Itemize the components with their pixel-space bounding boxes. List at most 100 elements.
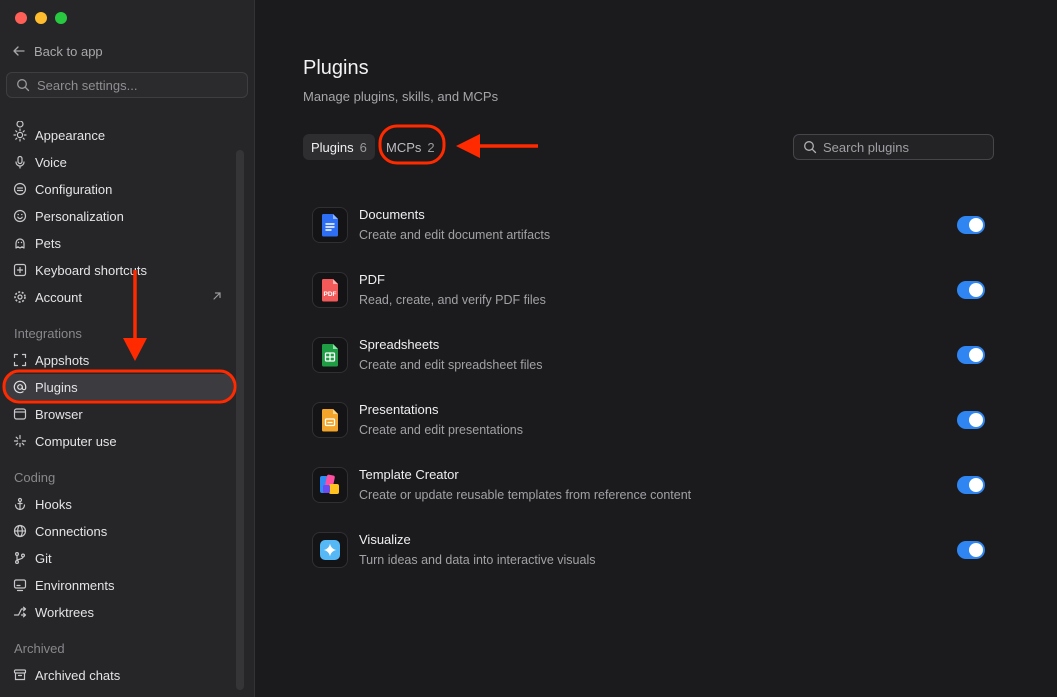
sidebar-item-label: Hooks xyxy=(35,496,72,512)
plugin-icon xyxy=(312,532,348,568)
sidebar-item-label: Computer use xyxy=(35,433,117,449)
plugin-description: Create and edit spreadsheet files xyxy=(359,358,543,372)
plugins-page: Plugins Manage plugins, skills, and MCPs… xyxy=(256,0,1057,697)
section-coding-title: Coding xyxy=(14,470,56,485)
plugin-toggle-spreadsheets[interactable] xyxy=(957,346,985,364)
paw-icon xyxy=(15,238,25,249)
section-archived-title: Archived xyxy=(14,641,65,656)
zoom-window-button[interactable] xyxy=(55,12,67,24)
sidebar-item-label: Environments xyxy=(35,577,115,593)
sidebar-item-label: Archived chats xyxy=(35,667,121,683)
sliders-icon xyxy=(13,182,27,196)
sidebar-item-keyboard-shortcuts[interactable]: Keyboard shortcuts xyxy=(5,257,233,283)
plugin-toggle-pdf[interactable] xyxy=(957,281,985,299)
worktree-icon xyxy=(13,606,27,618)
sidebar-item-archived-chats[interactable]: Archived chats xyxy=(5,662,233,688)
sidebar-item-hooks[interactable]: Hooks xyxy=(5,491,233,517)
anchor-icon xyxy=(14,497,26,511)
sidebar-item-browser[interactable]: Browser xyxy=(5,401,233,427)
sidebar-item-label: Plugins xyxy=(35,379,78,395)
capture-icon xyxy=(13,353,27,367)
plugin-description: Turn ideas and data into interactive vis… xyxy=(359,553,596,567)
plugin-icon xyxy=(312,402,348,438)
sidebar-item-personalization[interactable]: Personalization xyxy=(5,203,233,229)
sidebar-item-worktrees[interactable]: Worktrees xyxy=(5,599,233,625)
settings-search[interactable] xyxy=(6,72,248,98)
plugin-icon xyxy=(312,337,348,373)
sidebar-item-label: Keyboard shortcuts xyxy=(35,262,148,278)
back-to-app-button[interactable]: Back to app xyxy=(12,41,103,61)
sidebar-item-label: Configuration xyxy=(35,181,113,197)
plugin-toggle-visualize[interactable] xyxy=(957,541,985,559)
sidebar-item-label: Worktrees xyxy=(35,604,94,620)
plugin-description: Create and edit presentations xyxy=(359,423,523,437)
sidebar-item-label: Account xyxy=(35,289,82,305)
plugin-row-pdf: PDF PDF Read, create, and verify PDF fil… xyxy=(303,271,993,325)
sidebar-item-connections[interactable]: Connections xyxy=(5,518,233,544)
settings-sidebar: Back to app Appearance Voice Configurati… xyxy=(0,0,255,697)
tab-count: 2 xyxy=(427,139,435,155)
microphone-icon xyxy=(15,155,25,169)
sidebar-scrollbar[interactable] xyxy=(236,150,244,690)
plugin-search-input[interactable] xyxy=(823,139,993,155)
sidebar-item-git[interactable]: Git xyxy=(5,545,233,571)
keyboard-icon xyxy=(13,263,27,277)
sidebar-item-label: Connections xyxy=(35,523,108,539)
tab-mcps[interactable]: MCPs 2 xyxy=(378,134,443,160)
plugin-row-presentations: Presentations Create and edit presentati… xyxy=(303,401,993,455)
minimize-window-button[interactable] xyxy=(35,12,47,24)
sidebar-item-plugins[interactable]: Plugins xyxy=(5,374,233,400)
sun-icon xyxy=(13,128,27,142)
sparkle-icon xyxy=(13,434,27,448)
monitor-icon xyxy=(13,579,27,592)
settings-search-input[interactable] xyxy=(37,77,237,93)
git-branch-icon xyxy=(14,552,26,565)
plugin-description: Create and edit document artifacts xyxy=(359,228,551,242)
external-link-icon xyxy=(213,292,221,300)
plugin-name: PDF xyxy=(359,272,385,287)
tab-plugins[interactable]: Plugins 6 xyxy=(303,134,375,160)
plugin-icon: PDF xyxy=(312,272,348,308)
document-icon xyxy=(321,214,338,237)
globe-icon xyxy=(13,524,27,538)
sidebar-item-label: Git xyxy=(35,550,52,566)
section-integrations-title: Integrations xyxy=(14,326,82,341)
back-label: Back to app xyxy=(34,43,103,59)
sidebar-item-configuration[interactable]: Configuration xyxy=(5,176,233,202)
tab-count: 6 xyxy=(359,139,367,155)
page-subtitle: Manage plugins, skills, and MCPs xyxy=(303,89,499,104)
sidebar-item-appshots[interactable]: Appshots xyxy=(5,347,233,373)
close-window-button[interactable] xyxy=(15,12,27,24)
search-icon xyxy=(17,79,30,92)
sidebar-item-voice[interactable]: Voice xyxy=(5,149,233,175)
presentation-icon xyxy=(321,409,338,432)
gear-icon xyxy=(14,291,26,303)
sidebar-item-label: Browser xyxy=(35,406,83,422)
plugin-toggle-template-creator[interactable] xyxy=(957,476,985,494)
sidebar-item-label: Pets xyxy=(35,235,62,251)
sidebar-item-environments[interactable]: Environments xyxy=(5,572,233,598)
plugin-search[interactable] xyxy=(793,134,994,160)
plugin-toggle-presentations[interactable] xyxy=(957,411,985,429)
spreadsheet-icon xyxy=(321,344,338,367)
plugin-row-documents: Documents Create and edit document artif… xyxy=(303,206,993,260)
sidebar-item-label: Voice xyxy=(35,154,67,170)
plugin-toggle-documents[interactable] xyxy=(957,216,985,234)
sidebar-item-pets[interactable]: Pets xyxy=(5,230,233,256)
sidebar-item-appearance[interactable]: Appearance xyxy=(5,122,233,148)
plugin-name: Presentations xyxy=(359,402,439,417)
at-icon xyxy=(13,380,27,394)
plugin-icon xyxy=(312,467,348,503)
plugin-description: Create or update reusable templates from… xyxy=(359,488,692,502)
plugin-name: Spreadsheets xyxy=(359,337,440,352)
archive-icon xyxy=(13,669,27,681)
plugin-name: Template Creator xyxy=(359,467,459,482)
search-icon xyxy=(804,141,817,154)
sidebar-item-computer-use[interactable]: Computer use xyxy=(5,428,233,454)
page-title: Plugins xyxy=(303,57,369,79)
sidebar-item-label: Personalization xyxy=(35,208,124,224)
pdf-icon: PDF xyxy=(321,279,338,302)
sidebar-item-account[interactable]: Account xyxy=(5,284,233,310)
plugin-row-visualize: Visualize Turn ideas and data into inter… xyxy=(303,531,993,585)
plugin-icon xyxy=(312,207,348,243)
